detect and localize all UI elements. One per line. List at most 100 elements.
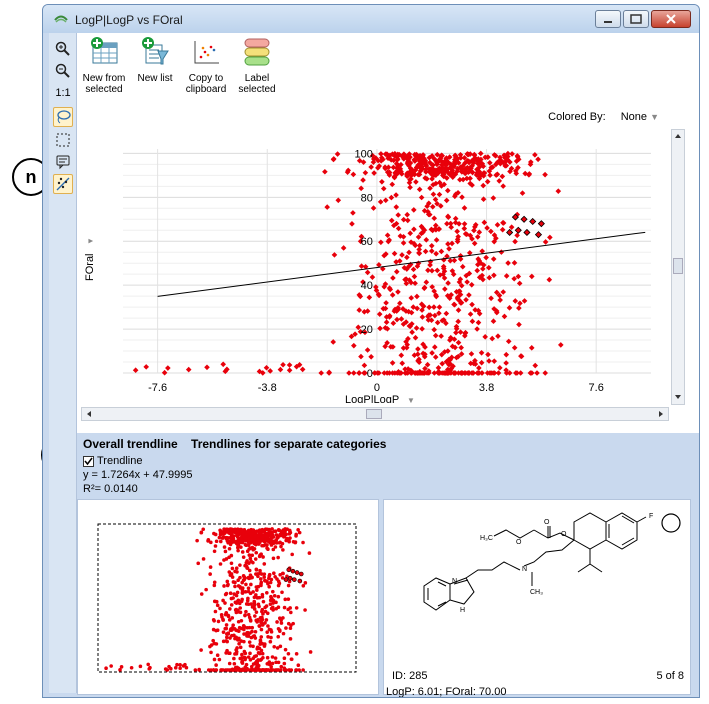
data-point[interactable] <box>404 217 411 224</box>
highlighted-point[interactable] <box>520 215 528 223</box>
data-point[interactable] <box>490 318 497 325</box>
data-point[interactable] <box>410 266 417 273</box>
highlighted-point[interactable] <box>534 231 543 239</box>
data-point[interactable] <box>506 305 513 311</box>
data-point[interactable] <box>381 370 388 376</box>
data-point[interactable] <box>505 338 512 345</box>
data-point[interactable] <box>469 301 475 308</box>
data-point[interactable] <box>331 252 338 258</box>
data-point[interactable] <box>489 335 496 342</box>
data-point[interactable] <box>360 177 366 183</box>
data-point[interactable] <box>432 332 439 339</box>
data-point[interactable] <box>459 194 465 200</box>
scatter-plot[interactable]: -7.6 -3.8 0 3.8 7.6 100 80 60 40 20 0 FOral ▼ Log… <box>77 103 669 403</box>
minimize-button[interactable] <box>595 10 621 28</box>
rectangle-select-tool[interactable] <box>53 130 73 150</box>
data-point[interactable] <box>411 226 417 233</box>
data-point[interactable] <box>399 360 406 367</box>
data-point[interactable] <box>432 354 439 360</box>
data-point[interactable] <box>425 267 431 274</box>
data-point[interactable] <box>490 256 497 262</box>
data-point[interactable] <box>393 204 400 210</box>
data-point[interactable] <box>350 171 357 178</box>
data-point[interactable] <box>457 176 463 183</box>
data-point[interactable] <box>368 164 374 170</box>
marker-circle-icon[interactable] <box>660 512 682 534</box>
data-point[interactable] <box>322 168 328 175</box>
data-point[interactable] <box>476 365 482 371</box>
data-point[interactable] <box>475 319 482 326</box>
lasso-tool[interactable] <box>53 107 73 127</box>
data-point[interactable] <box>406 249 412 256</box>
data-point[interactable] <box>416 186 423 193</box>
data-point[interactable] <box>334 151 341 157</box>
data-point[interactable] <box>377 199 384 205</box>
data-point[interactable] <box>516 321 522 328</box>
data-point[interactable] <box>350 370 357 376</box>
data-point[interactable] <box>519 190 526 196</box>
data-point[interactable] <box>364 347 371 353</box>
vertical-scroll-thumb[interactable] <box>673 258 683 274</box>
data-point[interactable] <box>558 342 564 348</box>
data-point[interactable] <box>395 289 401 295</box>
data-point[interactable] <box>185 366 192 373</box>
data-point[interactable] <box>487 172 493 179</box>
data-point[interactable] <box>512 238 518 245</box>
data-point[interactable] <box>366 294 373 301</box>
data-point[interactable] <box>395 212 402 218</box>
data-point[interactable] <box>350 210 356 216</box>
data-point[interactable] <box>356 370 362 376</box>
data-point[interactable] <box>467 175 473 182</box>
data-point[interactable] <box>409 329 415 336</box>
annotation-tool[interactable] <box>53 152 73 172</box>
data-point[interactable] <box>351 342 357 349</box>
data-point[interactable] <box>369 274 376 280</box>
data-point[interactable] <box>399 252 405 258</box>
data-point[interactable] <box>468 282 475 288</box>
data-point[interactable] <box>514 232 520 239</box>
data-point[interactable] <box>161 369 168 376</box>
data-point[interactable] <box>499 226 506 233</box>
data-point[interactable] <box>428 242 435 249</box>
new-list-button[interactable]: New list <box>133 37 177 84</box>
data-point[interactable] <box>330 156 337 163</box>
data-point[interactable] <box>490 195 497 201</box>
data-point[interactable] <box>431 344 438 350</box>
tab-separate-trendlines[interactable]: Trendlines for separate categories <box>191 437 386 451</box>
data-point[interactable] <box>459 263 466 270</box>
data-point[interactable] <box>446 245 452 252</box>
data-point[interactable] <box>356 307 363 313</box>
data-point[interactable] <box>324 204 331 210</box>
overview-scatter[interactable] <box>78 500 378 694</box>
data-point[interactable] <box>383 319 390 326</box>
data-point[interactable] <box>441 257 447 263</box>
data-point[interactable] <box>436 304 443 310</box>
data-point[interactable] <box>286 367 293 374</box>
data-point[interactable] <box>416 250 423 257</box>
data-point[interactable] <box>477 150 484 157</box>
data-point[interactable] <box>379 179 385 185</box>
data-point[interactable] <box>421 285 428 292</box>
data-point[interactable] <box>443 197 450 204</box>
data-point[interactable] <box>453 329 459 336</box>
zoom-reset-tool[interactable]: 1:1 <box>53 83 73 103</box>
x-axis-dropdown-icon[interactable]: ▼ <box>407 396 415 403</box>
data-point[interactable] <box>388 217 395 224</box>
data-point[interactable] <box>431 215 438 222</box>
data-point[interactable] <box>495 370 502 376</box>
zoom-in-tool[interactable] <box>53 39 73 59</box>
data-point[interactable] <box>263 364 270 371</box>
data-point[interactable] <box>390 275 396 281</box>
data-point[interactable] <box>521 298 528 304</box>
data-point[interactable] <box>448 224 455 231</box>
data-point[interactable] <box>542 370 549 376</box>
data-point[interactable] <box>390 164 397 171</box>
data-point[interactable] <box>370 205 377 211</box>
data-point[interactable] <box>488 228 494 235</box>
data-point[interactable] <box>468 351 475 357</box>
data-point[interactable] <box>165 365 171 371</box>
data-point[interactable] <box>377 325 383 332</box>
data-point[interactable] <box>495 333 501 339</box>
data-point[interactable] <box>413 179 419 185</box>
data-point[interactable] <box>378 239 384 246</box>
